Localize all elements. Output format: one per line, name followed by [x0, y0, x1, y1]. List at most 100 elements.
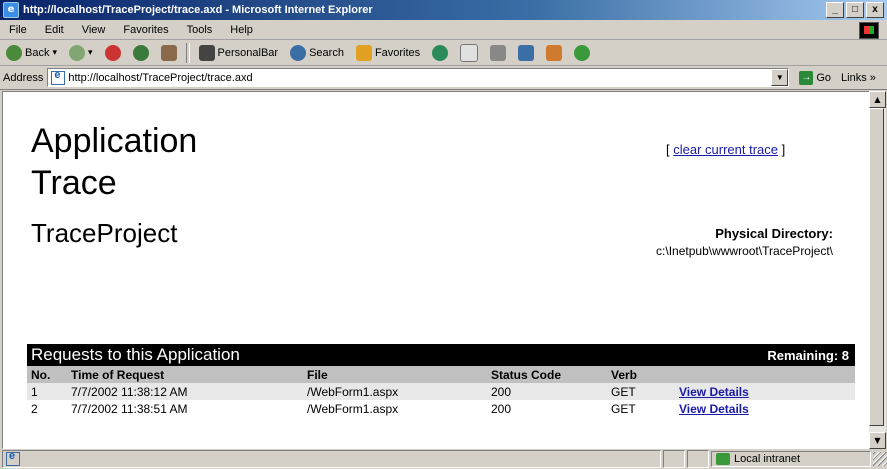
status-text — [2, 450, 661, 468]
row-file: /WebForm1.aspx — [307, 401, 399, 416]
address-bar: Address http://localhost/TraceProject/tr… — [0, 66, 887, 90]
toolbar-separator — [185, 42, 190, 63]
menu-tools[interactable]: Tools — [178, 24, 222, 36]
status-cell — [663, 450, 685, 468]
requests-header: Requests to this Application Remaining: … — [27, 344, 855, 366]
edit-button[interactable] — [512, 42, 540, 64]
col-time: Time of Request — [67, 366, 303, 383]
clear-trace-link[interactable]: clear current trace — [673, 142, 778, 157]
minimize-button[interactable]: _ — [826, 2, 844, 18]
favorites-button[interactable]: Favorites — [350, 42, 426, 64]
col-action — [675, 366, 855, 383]
status-cell — [687, 450, 709, 468]
table-row: 1 7/7/2002 11:38:12 AM /WebForm1.aspx 20… — [27, 383, 855, 400]
search-button[interactable]: Search — [284, 42, 350, 64]
physical-directory-path: c:\Inetpub\wwwroot\TraceProject\ — [656, 244, 833, 258]
discuss-icon — [546, 44, 563, 61]
title-bar: e http://localhost/TraceProject/trace.ax… — [0, 0, 887, 20]
col-verb: Verb — [607, 366, 675, 383]
row-time: 7/7/2002 11:38:51 AM — [71, 401, 188, 416]
scroll-down-button[interactable]: ▼ — [869, 432, 886, 449]
scroll-up-button[interactable]: ▲ — [869, 91, 886, 108]
edit-icon — [518, 44, 535, 61]
table-header-row: No. Time of Request File Status Code Ver… — [27, 366, 855, 383]
window-controls: _ □ x — [826, 2, 884, 18]
go-arrow-icon: → — [799, 70, 814, 85]
back-button[interactable]: Back ▾ — [0, 42, 63, 64]
col-file: File — [303, 366, 487, 383]
view-details-link[interactable]: View Details — [679, 385, 749, 399]
vertical-scrollbar[interactable]: ▲ ▼ — [869, 91, 886, 449]
col-no: No. — [27, 366, 67, 383]
status-bar: Local intranet — [0, 449, 887, 469]
address-url[interactable]: http://localhost/TraceProject/trace.axd — [68, 72, 252, 84]
menu-view[interactable]: View — [73, 24, 115, 36]
favorites-label: Favorites — [374, 46, 421, 59]
history-button[interactable] — [426, 42, 454, 64]
maximize-button[interactable]: □ — [846, 2, 864, 18]
row-time: 7/7/2002 11:38:12 AM — [67, 383, 303, 400]
personal-bar-label: PersonalBar — [217, 46, 279, 59]
print-icon — [490, 44, 507, 61]
requests-header-title: Requests to this Application — [31, 345, 240, 364]
page-title-line2: Trace — [31, 164, 117, 202]
row-status: 200 — [487, 383, 607, 400]
forward-arrow-icon — [69, 44, 85, 61]
row-no: 2 — [31, 401, 38, 416]
view-details-link[interactable]: View Details — [679, 402, 749, 416]
page-icon — [51, 69, 66, 85]
row-verb: GET — [611, 401, 636, 416]
physical-directory-label: Physical Directory: — [715, 226, 833, 241]
mail-button[interactable] — [454, 42, 484, 64]
requests-table: No. Time of Request File Status Code Ver… — [27, 366, 855, 417]
page-title: Application Trace — [31, 120, 197, 204]
page-icon — [6, 450, 20, 466]
messenger-icon — [574, 44, 591, 61]
go-label: Go — [816, 71, 832, 84]
links-button[interactable]: Links » — [841, 72, 876, 84]
scroll-thumb[interactable] — [869, 108, 884, 426]
go-button[interactable]: → Go — [799, 70, 832, 85]
col-status: Status Code — [487, 366, 607, 383]
chevron-down-icon: ▾ — [88, 47, 93, 57]
remaining-count: Remaining: 8 — [767, 347, 849, 363]
page-content: Application Trace TraceProject [ clear c… — [2, 91, 870, 449]
search-label: Search — [309, 46, 344, 59]
messenger-button[interactable] — [568, 42, 596, 64]
menu-edit[interactable]: Edit — [36, 24, 73, 36]
discuss-button[interactable] — [540, 42, 568, 64]
favorites-icon — [355, 44, 372, 61]
personal-bar-icon — [198, 44, 215, 61]
page-title-line1: Application — [31, 122, 198, 160]
print-button[interactable] — [484, 42, 512, 64]
menu-bar: File Edit View Favorites Tools Help — [0, 20, 887, 40]
menu-help[interactable]: Help — [221, 24, 262, 36]
home-button[interactable] — [155, 42, 183, 64]
mail-icon — [460, 43, 479, 62]
application-name: TraceProject — [31, 218, 178, 248]
home-icon — [160, 44, 177, 61]
menu-favorites[interactable]: Favorites — [114, 24, 177, 36]
search-icon — [290, 44, 307, 61]
clear-trace-area: [ clear current trace ] — [666, 142, 785, 157]
forward-button[interactable]: ▾ — [63, 42, 99, 64]
chevron-down-icon: ▾ — [52, 47, 57, 57]
windows-logo-icon — [859, 22, 879, 39]
row-no: 1 — [27, 383, 67, 400]
refresh-button[interactable] — [127, 42, 155, 64]
row-verb: GET — [607, 383, 675, 400]
menu-file[interactable]: File — [0, 24, 36, 36]
security-zone: Local intranet — [711, 451, 871, 467]
close-button[interactable]: x — [866, 2, 884, 18]
row-status: 200 — [491, 401, 512, 416]
standard-toolbar: Back ▾ ▾ PersonalBar Search Favorites — [0, 40, 887, 66]
address-input[interactable]: http://localhost/TraceProject/trace.axd … — [47, 68, 790, 87]
address-dropdown-button[interactable]: ▼ — [771, 69, 789, 86]
resize-grip[interactable] — [873, 452, 887, 466]
personal-bar-button[interactable]: PersonalBar — [193, 42, 285, 64]
clear-trace-bracket-close: ] — [778, 142, 786, 157]
stop-icon — [104, 44, 121, 61]
address-label: Address — [3, 71, 44, 84]
window-title: http://localhost/TraceProject/trace.axd … — [23, 4, 373, 16]
stop-button[interactable] — [99, 42, 127, 64]
